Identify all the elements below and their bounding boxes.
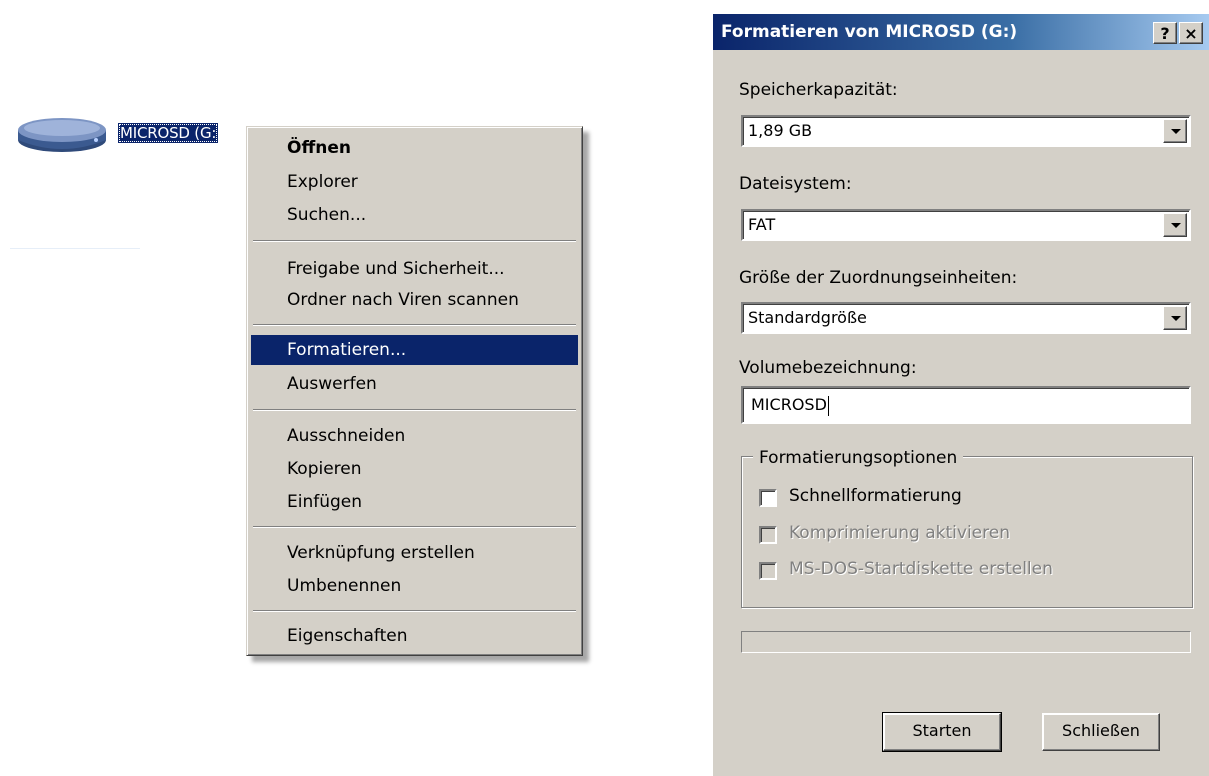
menu-item-rename[interactable]: Umbenennen: [251, 571, 578, 601]
volume-label: Volumebezeichnung:: [739, 358, 917, 378]
compression-label: Komprimierung aktivieren: [789, 523, 1010, 543]
menu-item-paste[interactable]: Einfügen: [251, 487, 578, 517]
allocation-value: Standardgröße: [748, 308, 867, 327]
menu-item-properties[interactable]: Eigenschaften: [251, 621, 578, 651]
drive-label[interactable]: MICROSD (G:: [118, 123, 219, 143]
menu-item-explorer[interactable]: Explorer: [251, 167, 578, 197]
menu-item-format[interactable]: Formatieren...: [251, 335, 578, 365]
menu-separator: [253, 610, 576, 612]
close-icon[interactable]: ×: [1179, 22, 1203, 44]
menu-item-open[interactable]: Öffnen: [251, 133, 578, 163]
msdos-startup-label: MS-DOS-Startdiskette erstellen: [789, 559, 1053, 579]
help-button[interactable]: ?: [1153, 22, 1177, 44]
allocation-select[interactable]: Standardgröße: [741, 302, 1191, 334]
capacity-value: 1,89 GB: [748, 121, 813, 140]
chevron-down-icon[interactable]: [1163, 119, 1187, 143]
quick-format-label[interactable]: Schnellformatierung: [789, 486, 962, 506]
compression-checkbox: [759, 526, 777, 544]
menu-separator: [253, 409, 576, 411]
menu-item-eject[interactable]: Auswerfen: [251, 369, 578, 399]
text-caret: [827, 395, 829, 416]
dialog-titlebar[interactable]: Formatieren von MICROSD (G:): [713, 14, 1209, 50]
divider: [10, 248, 140, 249]
filesystem-label: Dateisystem:: [739, 174, 852, 194]
msdos-startup-checkbox: [759, 562, 777, 580]
close-button[interactable]: Schließen: [1042, 713, 1160, 751]
menu-item-virus-scan[interactable]: Ordner nach Viren scannen: [251, 285, 578, 315]
chevron-down-icon[interactable]: [1163, 306, 1187, 330]
menu-item-sharing[interactable]: Freigabe und Sicherheit...: [251, 254, 578, 284]
capacity-select[interactable]: 1,89 GB: [741, 115, 1191, 147]
menu-separator: [253, 324, 576, 326]
context-menu: Öffnen Explorer Suchen... Freigabe und S…: [246, 126, 583, 656]
volume-value: MICROSD: [751, 395, 827, 414]
format-dialog: Formatieren von MICROSD (G:) ? × Speiche…: [711, 12, 1209, 776]
menu-separator: [253, 240, 576, 242]
start-button[interactable]: Starten: [882, 712, 1002, 752]
allocation-label: Größe der Zuordnungseinheiten:: [739, 268, 1018, 288]
menu-item-cut[interactable]: Ausschneiden: [251, 421, 578, 451]
quick-format-checkbox[interactable]: [759, 489, 777, 507]
menu-item-create-shortcut[interactable]: Verknüpfung erstellen: [251, 538, 578, 568]
volume-input[interactable]: MICROSD: [741, 386, 1191, 424]
menu-item-copy[interactable]: Kopieren: [251, 454, 578, 484]
removable-drive-icon[interactable]: [14, 108, 110, 156]
filesystem-value: FAT: [748, 215, 776, 234]
filesystem-select[interactable]: FAT: [741, 209, 1191, 241]
capacity-label: Speicherkapazität:: [739, 80, 898, 100]
format-options-title: Formatierungsoptionen: [753, 447, 964, 469]
format-progress-bar: [741, 631, 1191, 653]
menu-item-search[interactable]: Suchen...: [251, 200, 578, 230]
menu-separator: [253, 526, 576, 528]
chevron-down-icon[interactable]: [1163, 213, 1187, 237]
dialog-title: Formatieren von MICROSD (G:): [721, 22, 1018, 42]
